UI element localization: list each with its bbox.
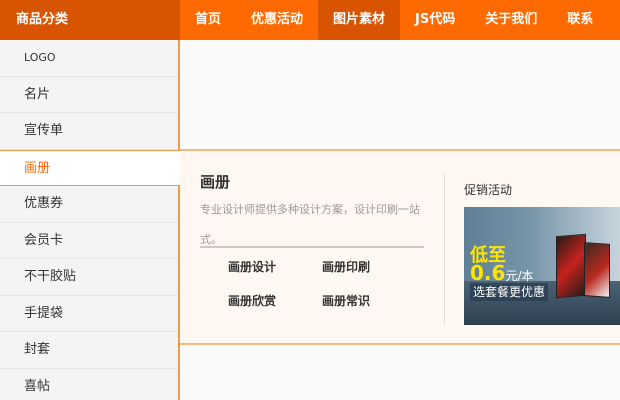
main-nav: 首页 优惠活动 图片素材 JS代码 关于我们 联系 bbox=[180, 0, 608, 40]
brochure-mockup-icon bbox=[584, 242, 610, 298]
nav-promotions[interactable]: 优惠活动 bbox=[236, 0, 318, 40]
sidebar-item-coupon[interactable]: 优惠券 bbox=[0, 186, 178, 223]
brochure-mockup-icon bbox=[556, 233, 586, 299]
sidebar-item-sticker[interactable]: 不干胶贴 bbox=[0, 259, 178, 296]
sidebar-item-flyer[interactable]: 宣传单 bbox=[0, 113, 178, 150]
promo-banner[interactable]: 低至 0.6元/本 选套餐更优惠 bbox=[464, 207, 620, 325]
sidebar-item-envelope[interactable]: 封套 bbox=[0, 332, 178, 369]
flyout-links: 画册设计 画册印刷 画册欣赏 画册常识 bbox=[228, 257, 428, 311]
sidebar-item-tote-bag[interactable]: 手提袋 bbox=[0, 296, 178, 332]
flyout-vertical-divider bbox=[444, 173, 445, 325]
category-sidebar: LOGO 名片 宣传单 画册 优惠券 会员卡 不干胶贴 手提袋 封套 喜帖 bbox=[0, 40, 180, 400]
link-brochure-design[interactable]: 画册设计 bbox=[228, 257, 322, 277]
sidebar-item-brochure[interactable]: 画册 bbox=[0, 149, 180, 186]
sidebar-item-logo[interactable]: LOGO bbox=[0, 40, 178, 77]
link-brochure-printing[interactable]: 画册印刷 bbox=[322, 257, 416, 277]
link-brochure-showcase[interactable]: 画册欣赏 bbox=[228, 291, 322, 311]
category-flyout-panel: 画册 专业设计师提供多种设计方案，设计印刷一站式。 画册设计 画册印刷 画册欣赏… bbox=[180, 149, 620, 345]
top-navigation-bar: 商品分类 首页 优惠活动 图片素材 JS代码 关于我们 联系 bbox=[0, 0, 620, 40]
link-brochure-knowledge[interactable]: 画册常识 bbox=[322, 291, 416, 311]
banner-price-value: 0.6 bbox=[470, 261, 506, 285]
flyout-divider bbox=[200, 246, 424, 248]
banner-price-unit: 元/本 bbox=[505, 269, 534, 283]
sidebar-item-invitation[interactable]: 喜帖 bbox=[0, 369, 178, 400]
nav-home[interactable]: 首页 bbox=[180, 0, 236, 40]
nav-image-materials[interactable]: 图片素材 bbox=[318, 0, 401, 40]
banner-subline: 选套餐更优惠 bbox=[470, 283, 549, 301]
nav-js-code[interactable]: JS代码 bbox=[400, 0, 470, 40]
nav-about-us[interactable]: 关于我们 bbox=[470, 0, 552, 40]
category-header: 商品分类 bbox=[0, 0, 180, 40]
flyout-title: 画册 bbox=[200, 173, 231, 191]
sidebar-item-membership-card[interactable]: 会员卡 bbox=[0, 223, 178, 259]
banner-price: 0.6元/本 bbox=[470, 261, 533, 285]
promo-label: 促销活动 bbox=[464, 183, 513, 197]
nav-contact[interactable]: 联系 bbox=[552, 0, 608, 40]
sidebar-item-business-card[interactable]: 名片 bbox=[0, 77, 178, 113]
